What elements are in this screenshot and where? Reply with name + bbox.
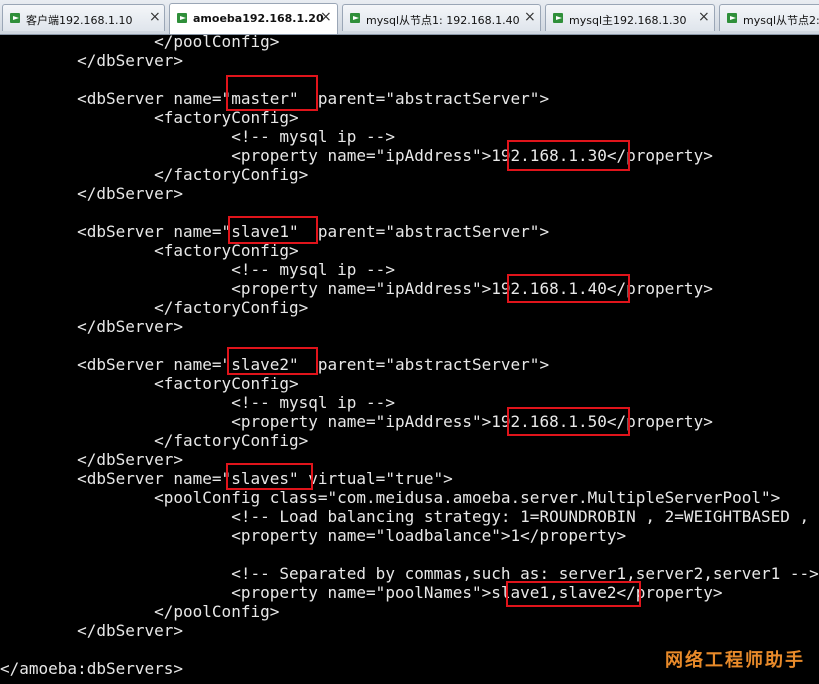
- tab-mysql-slave2[interactable]: mysql从节点2:: [719, 4, 819, 31]
- terminal-line: </dbServer>: [0, 450, 184, 469]
- terminal-line: </dbServer>: [0, 51, 184, 70]
- terminal-line: </dbServer>: [0, 184, 184, 203]
- close-icon[interactable]: ×: [320, 10, 332, 24]
- terminal-line: </poolConfig>: [0, 602, 280, 621]
- tab-label: mysql主192.168.1.30: [569, 14, 687, 27]
- highlight-box-poolnames: [506, 581, 641, 607]
- close-icon[interactable]: ×: [524, 10, 536, 24]
- highlight-box-ip-slave2: [507, 407, 630, 436]
- tab-label: mysql从节点2:: [743, 14, 819, 27]
- highlight-box-ip-slave1: [507, 274, 630, 303]
- terminal-line: </dbServer>: [0, 621, 184, 640]
- terminal-line: </factoryConfig>: [0, 298, 309, 317]
- terminal-session-icon: [10, 13, 20, 23]
- terminal-line: <property name="loadbalance">1</property…: [0, 526, 627, 545]
- terminal-line: <!-- Separated by commas,such as: server…: [0, 564, 819, 583]
- terminal-session-icon: [177, 13, 187, 23]
- terminal-session-icon: [727, 13, 737, 23]
- terminal-session-icon: [350, 13, 360, 23]
- tab-mysql-slave1[interactable]: mysql从节点1: 192.168.1.40 ×: [342, 4, 541, 31]
- terminal-output[interactable]: </poolConfig> </dbServer> <dbServer name…: [0, 35, 819, 684]
- terminal-line: </amoeba:dbServers>: [0, 659, 184, 678]
- terminal-line: <factoryConfig>: [0, 374, 299, 393]
- terminal-line: </factoryConfig>: [0, 431, 309, 450]
- terminal-session-icon: [553, 13, 563, 23]
- tab-label: amoeba192.168.1.20: [193, 12, 324, 25]
- close-icon[interactable]: ×: [149, 10, 161, 24]
- highlight-box-master: [226, 75, 318, 111]
- close-icon[interactable]: ×: [698, 10, 710, 24]
- terminal-line: </dbServer>: [0, 317, 184, 336]
- terminal-line: <!-- mysql ip -->: [0, 127, 395, 146]
- tab-bar: 客户端192.168.1.10 × amoeba192.168.1.20 × m…: [0, 0, 819, 35]
- tab-amoeba[interactable]: amoeba192.168.1.20 ×: [169, 3, 338, 34]
- terminal-line: <!-- mysql ip -->: [0, 393, 395, 412]
- tab-mysql-master[interactable]: mysql主192.168.1.30 ×: [545, 4, 715, 31]
- highlight-box-ip-master: [507, 140, 630, 171]
- highlight-box-slave1: [228, 216, 318, 244]
- highlight-box-slaves: [226, 463, 313, 490]
- terminal-line: </poolConfig>: [0, 35, 280, 51]
- tab-label: mysql从节点1: 192.168.1.40: [366, 14, 520, 27]
- terminal-line: <!-- mysql ip -->: [0, 260, 395, 279]
- terminal-line: <!-- Load balancing strategy: 1=ROUNDROB…: [0, 507, 819, 526]
- watermark: 网络工程师助手: [665, 650, 805, 671]
- tab-label: 客户端192.168.1.10: [26, 14, 133, 27]
- tab-client[interactable]: 客户端192.168.1.10 ×: [2, 4, 165, 31]
- terminal-line: <poolConfig class="com.meidusa.amoeba.se…: [0, 488, 781, 507]
- highlight-box-slave2: [227, 347, 318, 375]
- terminal-line: </factoryConfig>: [0, 165, 309, 184]
